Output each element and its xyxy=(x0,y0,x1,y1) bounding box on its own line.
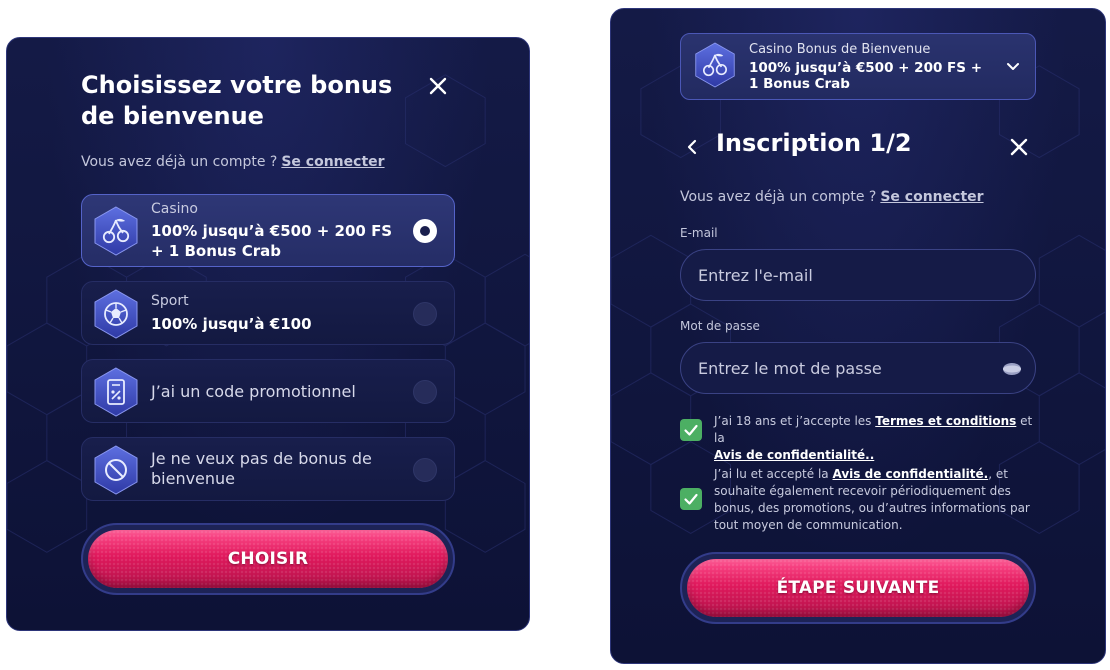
chevron-down-icon xyxy=(1007,63,1019,70)
dropdown-category: Casino Bonus de Bienvenue xyxy=(749,42,931,57)
radio-casino[interactable] xyxy=(413,219,437,243)
email-input[interactable] xyxy=(680,249,1036,301)
page-title: Inscription 1/2 xyxy=(716,129,912,157)
bonus-selection-panel: Choisissez votre bonus de bienvenue Vous… xyxy=(6,37,530,631)
registration-panel: Casino Bonus de Bienvenue 100% jusqu’à €… xyxy=(610,8,1106,664)
next-step-button[interactable]: ÉTAPE SUIVANTE xyxy=(687,559,1029,617)
radio-sport[interactable] xyxy=(413,302,437,326)
bonus-dropdown[interactable]: Casino Bonus de Bienvenue 100% jusqu’à €… xyxy=(680,33,1036,100)
promo-code-icon xyxy=(92,366,140,418)
choose-button[interactable]: CHOISIR xyxy=(88,530,448,588)
email-label: E-mail xyxy=(680,226,718,240)
chevron-left-icon xyxy=(687,139,697,155)
privacy-link[interactable]: Avis de confidentialité.. xyxy=(714,448,874,462)
close-icon xyxy=(429,77,447,95)
close-button[interactable] xyxy=(1006,134,1032,160)
account-prompt: Vous avez déjà un compte ? Se connecter xyxy=(680,189,984,205)
age-terms-consent-text: J’ai 18 ans et j’accepte les Termes et c… xyxy=(714,414,1033,462)
dropdown-value: 100% jusqu’à €500 + 200 FS + 1 Bonus Cra… xyxy=(749,60,983,92)
eye-icon xyxy=(1003,363,1021,375)
checkmark-icon xyxy=(684,424,698,436)
password-input[interactable] xyxy=(680,342,1036,394)
option-category: Sport xyxy=(151,293,189,309)
cherry-icon xyxy=(693,41,737,89)
age-terms-checkbox[interactable] xyxy=(680,419,702,441)
option-value: 100% jusqu’à €100 xyxy=(151,315,312,333)
option-label: Je ne veux pas de bonus de bienvenue xyxy=(151,449,372,488)
cherry-icon xyxy=(92,205,140,257)
close-icon xyxy=(1010,138,1028,156)
back-button[interactable] xyxy=(682,137,702,157)
marketing-consent-text: J’ai lu et accepté la Avis de confidenti… xyxy=(714,467,1030,532)
page-title: Choisissez votre bonus de bienvenue xyxy=(81,71,393,130)
no-bonus-icon xyxy=(92,444,140,496)
next-step-button-wrapper: ÉTAPE SUIVANTE xyxy=(680,552,1036,624)
privacy-link[interactable]: Avis de confidentialité. xyxy=(832,467,988,481)
bonus-option-promo-code[interactable]: J’ai un code promotionnel xyxy=(81,359,455,423)
radio-promo-code[interactable] xyxy=(413,380,437,404)
checkmark-icon xyxy=(684,493,698,505)
close-button[interactable] xyxy=(425,73,451,99)
marketing-consent-checkbox[interactable] xyxy=(680,488,702,510)
show-password-toggle[interactable] xyxy=(1002,361,1022,375)
login-link[interactable]: Se connecter xyxy=(880,189,983,205)
login-link[interactable]: Se connecter xyxy=(281,154,384,170)
bonus-option-casino[interactable]: Casino 100% jusqu’à €500 + 200 FS + 1 Bo… xyxy=(81,194,455,267)
soccer-ball-icon xyxy=(92,288,140,340)
bonus-option-sport[interactable]: Sport 100% jusqu’à €100 xyxy=(81,281,455,345)
account-prompt: Vous avez déjà un compte ? Se connecter xyxy=(81,154,385,170)
bonus-option-no-bonus[interactable]: Je ne veux pas de bonus de bienvenue xyxy=(81,437,455,501)
option-category: Casino xyxy=(151,201,198,217)
choose-button-wrapper: CHOISIR xyxy=(81,523,455,595)
radio-no-bonus[interactable] xyxy=(413,458,437,482)
option-label: J’ai un code promotionnel xyxy=(151,382,356,401)
terms-link[interactable]: Termes et conditions xyxy=(875,414,1016,428)
password-label: Mot de passe xyxy=(680,319,760,333)
option-value: 100% jusqu’à €500 + 200 FS + 1 Bonus Cra… xyxy=(151,222,393,260)
